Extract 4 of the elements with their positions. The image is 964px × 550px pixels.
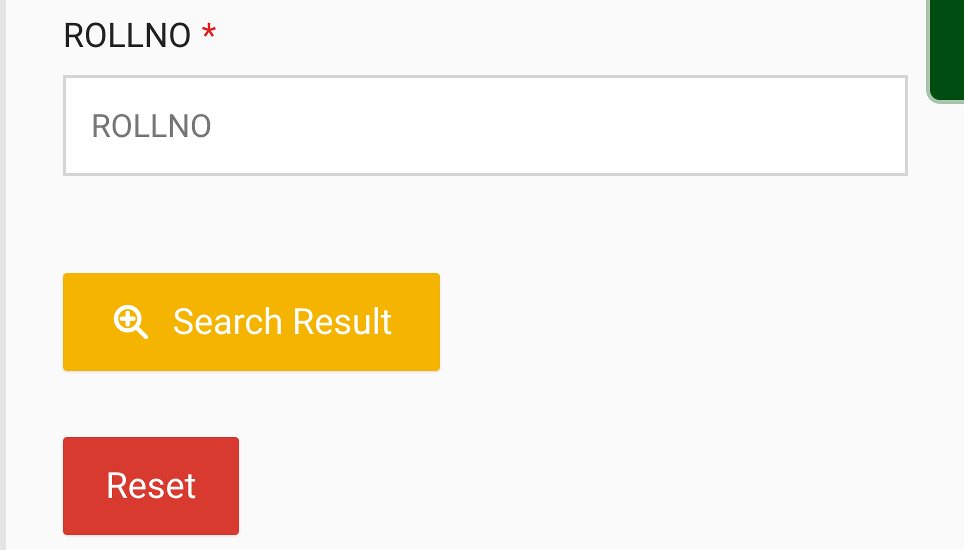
input-field[interactable]: ROLLNO <box>63 75 908 176</box>
required-mark: * <box>202 14 216 58</box>
reset-button[interactable]: Reset <box>63 437 239 535</box>
field-label: ROLLNO <box>63 14 192 58</box>
